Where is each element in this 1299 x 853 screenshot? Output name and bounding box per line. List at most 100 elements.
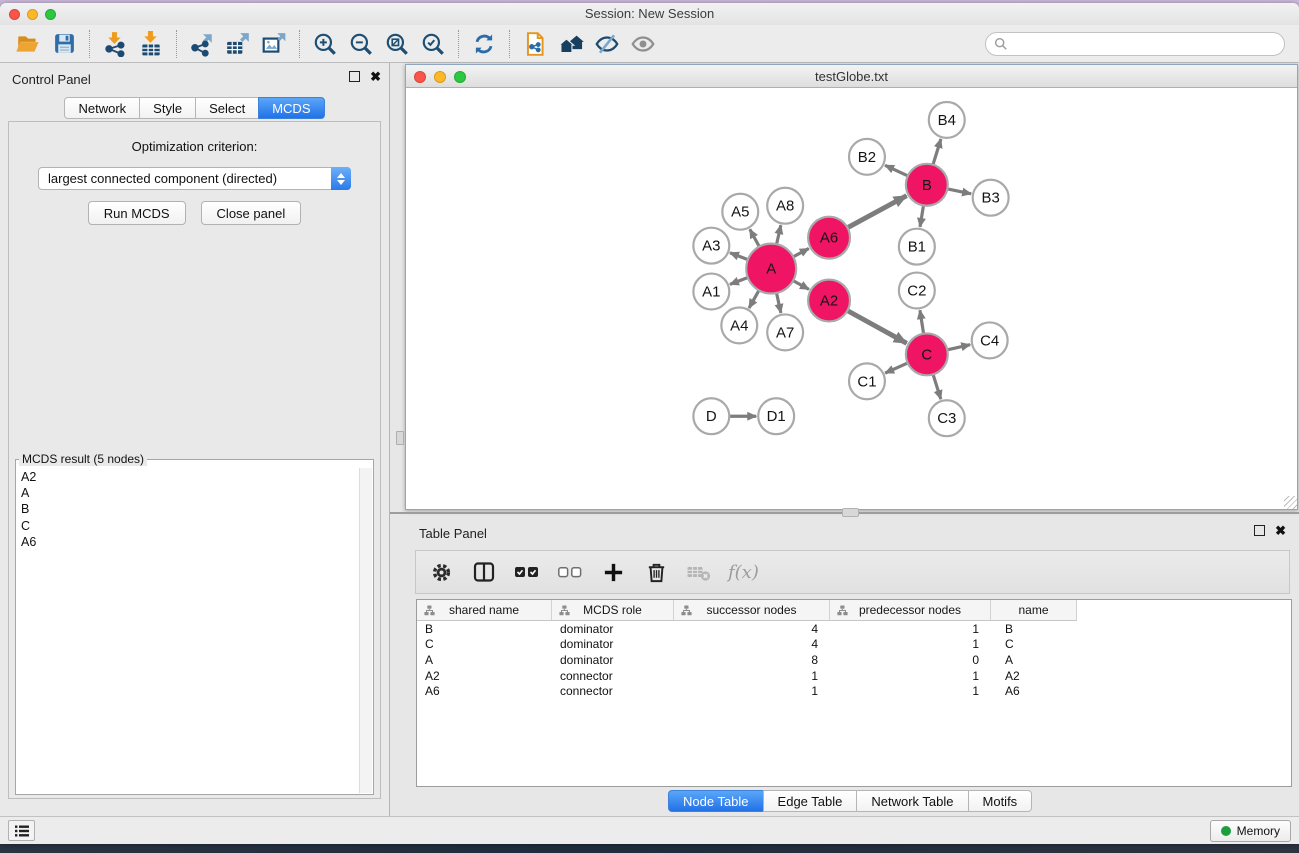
float-panel-icon[interactable] — [349, 71, 360, 82]
tab-style[interactable]: Style — [139, 97, 196, 119]
zoom-out-button[interactable] — [343, 28, 379, 60]
cell-MCDS-role[interactable]: connector — [552, 669, 674, 683]
tab-select[interactable]: Select — [195, 97, 259, 119]
cell-MCDS-role[interactable]: dominator — [552, 653, 674, 667]
graph-edge-A2-C[interactable] — [847, 310, 907, 343]
delete-row-button[interactable] — [642, 558, 670, 586]
run-mcds-button[interactable]: Run MCDS — [88, 201, 186, 225]
graph-edge-A-A5[interactable] — [750, 229, 760, 247]
search-box[interactable] — [985, 32, 1285, 56]
cell-name[interactable]: B — [991, 622, 1077, 636]
table-settings-button[interactable] — [427, 558, 455, 586]
cell-shared-name[interactable]: A — [417, 653, 552, 667]
criterion-select[interactable]: largest connected component (directed) — [38, 167, 351, 190]
close-panel-button[interactable]: Close panel — [201, 201, 302, 225]
zoom-selected-button[interactable] — [415, 28, 451, 60]
cell-shared-name[interactable]: A2 — [417, 669, 552, 683]
delete-table-button[interactable] — [685, 558, 713, 586]
graph-edge-C-C1[interactable] — [885, 363, 908, 374]
show-columns-button[interactable] — [470, 558, 498, 586]
cell-MCDS-role[interactable]: connector — [552, 684, 674, 698]
zoom-in-button[interactable] — [307, 28, 343, 60]
resize-grip-icon[interactable] — [1284, 496, 1297, 509]
tab-network[interactable]: Network — [64, 97, 140, 119]
graph-edge-A-A6[interactable] — [792, 248, 809, 257]
mcds-result-item[interactable]: B — [21, 501, 358, 517]
import-table-button[interactable] — [133, 28, 169, 60]
cell-name[interactable]: A2 — [991, 669, 1077, 683]
graph-edge-A-A1[interactable] — [730, 277, 749, 284]
cell-name[interactable]: A — [991, 653, 1077, 667]
tab-mcds[interactable]: MCDS — [258, 97, 324, 119]
cell-shared-name[interactable]: A6 — [417, 684, 552, 698]
graph-edge-B-B2[interactable] — [885, 165, 909, 176]
graph-edge-C-C3[interactable] — [933, 373, 941, 399]
new-network-button[interactable] — [517, 28, 553, 60]
float-table-panel-icon[interactable] — [1254, 525, 1265, 536]
mcds-result-item[interactable]: A6 — [21, 534, 358, 550]
graph-edge-C-C2[interactable] — [920, 310, 924, 334]
graph-edge-A6-B[interactable] — [847, 196, 907, 228]
export-table-button[interactable] — [220, 28, 256, 60]
save-session-button[interactable] — [46, 28, 82, 60]
mcds-result-item[interactable]: C — [21, 518, 358, 534]
graph-edge-A-A3[interactable] — [730, 253, 749, 260]
graph-edge-A-A4[interactable] — [749, 289, 759, 308]
zoom-window-button[interactable] — [45, 9, 56, 20]
task-history-button[interactable] — [8, 820, 35, 841]
mcds-result-item[interactable]: A2 — [21, 469, 358, 485]
close-panel-icon[interactable]: ✖ — [370, 71, 381, 82]
close-window-button[interactable] — [9, 9, 20, 20]
mcds-result-item[interactable]: A — [21, 485, 358, 501]
add-row-button[interactable] — [599, 558, 627, 586]
cell-predecessor-nodes[interactable]: 1 — [830, 684, 991, 698]
import-network-button[interactable] — [97, 28, 133, 60]
cell-predecessor-nodes[interactable]: 1 — [830, 622, 991, 636]
cell-successor-nodes[interactable]: 8 — [674, 653, 830, 667]
graph-edge-A-A7[interactable] — [776, 292, 781, 313]
vertical-splitter-handle[interactable] — [396, 431, 404, 445]
cell-shared-name[interactable]: B — [417, 622, 552, 636]
tab-motifs[interactable]: Motifs — [968, 790, 1033, 812]
column-header-shared-name[interactable]: shared name — [417, 600, 552, 621]
cell-name[interactable]: A6 — [991, 684, 1077, 698]
open-session-button[interactable] — [10, 28, 46, 60]
mcds-result-scrollbar[interactable] — [359, 468, 372, 793]
hide-details-button[interactable] — [589, 28, 625, 60]
search-input[interactable] — [1013, 37, 1276, 51]
network-minimize-button[interactable] — [434, 71, 446, 83]
minimize-window-button[interactable] — [27, 9, 38, 20]
graph-edge-B-B4[interactable] — [933, 139, 941, 166]
column-header-name[interactable]: name — [991, 600, 1077, 621]
cell-successor-nodes[interactable]: 4 — [674, 637, 830, 651]
select-all-button[interactable] — [513, 558, 541, 586]
column-header-MCDS-role[interactable]: MCDS role — [552, 600, 674, 621]
apply-function-button[interactable]: f(x) — [728, 562, 759, 583]
cell-MCDS-role[interactable]: dominator — [552, 637, 674, 651]
show-details-button[interactable] — [625, 28, 661, 60]
tab-node-table[interactable]: Node Table — [668, 790, 764, 812]
close-table-panel-icon[interactable]: ✖ — [1275, 525, 1286, 536]
graph-edge-B-B1[interactable] — [920, 204, 924, 226]
graph-edge-A-A2[interactable] — [792, 280, 809, 289]
cell-shared-name[interactable]: C — [417, 637, 552, 651]
horizontal-splitter-handle[interactable] — [842, 508, 859, 517]
network-zoom-button[interactable] — [454, 71, 466, 83]
home-button[interactable] — [553, 28, 589, 60]
graph-edge-B-B3[interactable] — [946, 189, 971, 194]
cell-MCDS-role[interactable]: dominator — [552, 622, 674, 636]
tab-edge-table[interactable]: Edge Table — [763, 790, 858, 812]
cell-successor-nodes[interactable]: 1 — [674, 684, 830, 698]
column-header-predecessor-nodes[interactable]: predecessor nodes — [830, 600, 991, 621]
network-canvas[interactable]: B4B2BB3A5A8A6A3B1AA1C2A2A4A7CC4C1C3DD1 — [406, 88, 1297, 509]
refresh-button[interactable] — [466, 28, 502, 60]
cell-name[interactable]: C — [991, 637, 1077, 651]
zoom-fit-button[interactable] — [379, 28, 415, 60]
column-header-successor-nodes[interactable]: successor nodes — [674, 600, 830, 621]
graph-edge-A-A8[interactable] — [776, 225, 780, 245]
cell-predecessor-nodes[interactable]: 1 — [830, 637, 991, 651]
graph-edge-C-C4[interactable] — [946, 345, 970, 350]
export-image-button[interactable] — [256, 28, 292, 60]
network-close-button[interactable] — [414, 71, 426, 83]
cell-predecessor-nodes[interactable]: 0 — [830, 653, 991, 667]
